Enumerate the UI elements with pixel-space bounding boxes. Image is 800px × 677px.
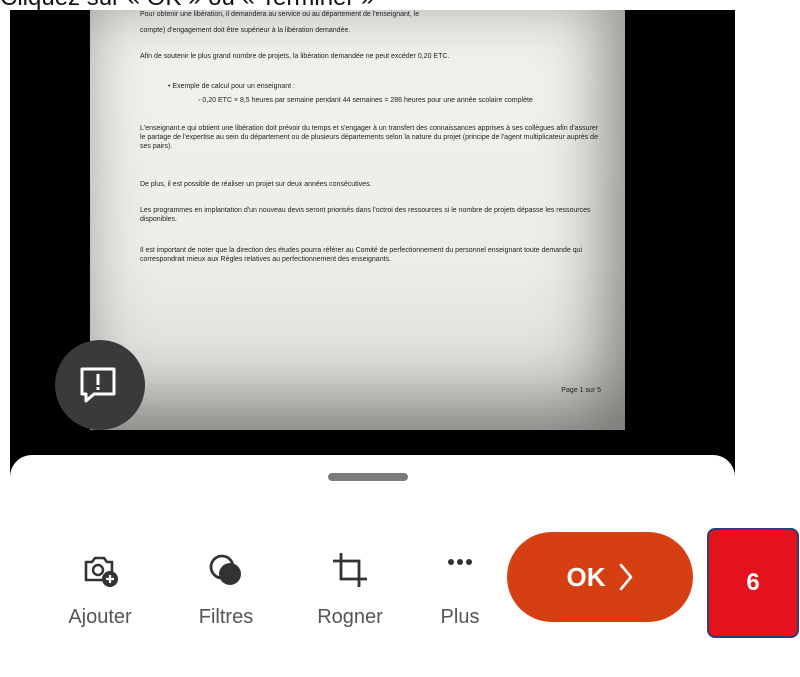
document-line: L'enseignant.e qui obtient une libératio… <box>140 125 599 150</box>
document-line: Il est important de noter que la directi… <box>140 247 583 263</box>
chevron-right-icon <box>619 563 632 591</box>
bottom-action-sheet: Ajouter Filtres Rogner Plus OK <box>10 455 735 677</box>
document-line: De plus, il est possible de réaliser un … <box>140 181 372 188</box>
ok-label: OK <box>566 561 606 592</box>
crop-button[interactable]: Rogner <box>300 550 400 629</box>
crop-icon <box>333 553 367 587</box>
more-label: Plus <box>440 606 480 628</box>
feedback-button[interactable] <box>55 340 145 430</box>
camera-plus-icon <box>84 556 118 587</box>
more-icon <box>448 559 472 565</box>
step-number-badge: 6 <box>707 528 799 638</box>
add-button[interactable]: Ajouter <box>50 550 150 629</box>
document-line: ◦ 0,20 ETC × 8,5 heures par semaine pend… <box>198 97 533 104</box>
filters-label: Filtres <box>198 606 254 628</box>
ok-button[interactable]: OK <box>507 532 693 622</box>
document-line: compte) d'engagement doit être supérieur… <box>140 27 351 34</box>
document-line: • Exemple de calcul pour un enseignant : <box>168 83 295 90</box>
more-button[interactable]: Plus <box>410 550 510 629</box>
page-number: Page 1 sur 5 <box>561 387 601 394</box>
document-line: Afin de soutenir le plus grand nombre de… <box>140 53 450 60</box>
filters-button[interactable]: Filtres <box>176 550 276 629</box>
document-line: Les programmes en implantation d'un nouv… <box>140 207 591 223</box>
crop-label: Rogner <box>317 606 383 628</box>
add-label: Ajouter <box>68 606 132 628</box>
document-line: Pour obtenir une libération, il demander… <box>140 11 420 18</box>
scanner-screen: Pour obtenir une libération, il demander… <box>10 10 735 677</box>
feedback-icon <box>80 367 116 403</box>
filters-icon <box>209 554 241 585</box>
sheet-grabber-handle[interactable] <box>328 473 408 481</box>
scanned-document-preview: Pour obtenir une libération, il demander… <box>90 10 625 430</box>
